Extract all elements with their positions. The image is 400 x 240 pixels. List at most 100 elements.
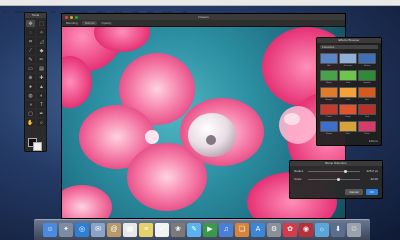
photobooth-icon[interactable]: ◉	[299, 223, 313, 237]
sharpen-tool-icon[interactable]: ▲	[37, 83, 46, 90]
effect-label: Color	[345, 99, 351, 101]
effect-label: Noise	[364, 133, 370, 135]
effect-thumbnail[interactable]	[339, 53, 357, 64]
dialog-title: Bump Distortion	[290, 161, 382, 166]
photos-icon[interactable]: ❀	[171, 223, 185, 237]
ok-button[interactable]: OK	[365, 189, 378, 195]
effect-thumbnail[interactable]	[358, 70, 376, 81]
tool-options-bar: Blending Normal Opacity	[62, 20, 345, 27]
scale-value[interactable]: 42.00	[364, 177, 378, 181]
background-color-swatch[interactable]	[33, 142, 42, 151]
dock: ☺ ✦ ◎ ✉ @ ▦ ≡ ✓ ❀ ✎ ▶ ♫ ❏ A ⚙ ✿ ◉ ☼ ⬇ ♲	[34, 219, 370, 240]
effect-item[interactable]: Twirl	[358, 104, 376, 118]
iphoto-icon[interactable]: ☼	[315, 223, 329, 237]
effects-category-select[interactable]: Favorites	[320, 45, 378, 49]
cancel-button[interactable]: Cancel	[345, 189, 363, 195]
effect-thumbnail[interactable]	[358, 121, 376, 132]
messages-icon[interactable]: ✎	[187, 223, 201, 237]
finder-icon[interactable]: ☺	[43, 223, 57, 237]
effect-item[interactable]: Color	[339, 87, 357, 101]
slice-tool-icon[interactable]: ◿	[37, 38, 46, 45]
pixelmator-icon[interactable]: ✿	[283, 223, 297, 237]
pencil-tool-icon[interactable]: ✏	[37, 56, 46, 63]
blending-mode-select[interactable]: Normal	[81, 21, 98, 25]
effect-item[interactable]: Noise	[358, 121, 376, 135]
effect-item[interactable]: Blur	[320, 53, 338, 67]
menu-bar:  Pixelmator File Edit Image Layer Selec…	[0, 0, 400, 14]
effect-item[interactable]: Stars	[339, 121, 357, 135]
effect-thumbnail[interactable]	[358, 87, 376, 98]
effect-item[interactable]: Sharpen	[320, 87, 338, 101]
marquee-tool-icon[interactable]: ⬚	[37, 20, 46, 27]
eyedropper-tool-icon[interactable]: ⁄	[26, 47, 35, 54]
text-tool-icon[interactable]: T	[37, 101, 46, 108]
zoom-tool-icon[interactable]: ⌕	[37, 119, 46, 126]
radius-slider[interactable]	[308, 169, 360, 173]
scale-slider[interactable]	[308, 177, 360, 181]
lasso-tool-icon[interactable]: ◌	[26, 29, 35, 36]
opacity-label: Opacity	[101, 21, 112, 25]
window-titlebar: Flowers	[62, 14, 345, 20]
reminders-icon[interactable]: ✓	[155, 223, 169, 237]
effects-browser-panel: Effects Browser Favorites Blur Gaussian Mo…	[316, 37, 382, 146]
pen-tool-icon[interactable]: ✒	[37, 110, 46, 117]
facetime-icon[interactable]: ▶	[203, 223, 217, 237]
effect-thumbnail[interactable]	[320, 70, 338, 81]
safari-icon[interactable]: ◎	[75, 223, 89, 237]
shape-tool-icon[interactable]: ▢	[26, 110, 35, 117]
heal-tool-icon[interactable]: ✚	[37, 74, 46, 81]
water-drop	[279, 106, 317, 144]
magic-wand-tool-icon[interactable]: ✧	[37, 29, 46, 36]
sponge-tool-icon[interactable]: ◍	[26, 92, 35, 99]
contacts-icon[interactable]: @	[107, 223, 121, 237]
effect-thumbnail[interactable]	[339, 121, 357, 132]
effect-item[interactable]: Stripes	[320, 121, 338, 135]
gradient-tool-icon[interactable]: ▤	[37, 65, 46, 72]
burn-tool-icon[interactable]: ◑	[26, 101, 35, 108]
effect-item[interactable]: Bump	[339, 104, 357, 118]
effect-label: Hue	[365, 99, 369, 101]
apple-menu-icon[interactable]: 	[3, 9, 6, 14]
radius-slider-knob[interactable]	[344, 169, 348, 173]
effect-item[interactable]: Vignette	[358, 70, 376, 84]
effect-item[interactable]: Glow	[339, 70, 357, 84]
radius-label: Radius	[294, 169, 304, 173]
effect-item[interactable]: Pinch	[320, 104, 338, 118]
radius-value[interactable]: 225.0 px	[364, 169, 378, 173]
notes-icon[interactable]: ≡	[139, 223, 153, 237]
crop-tool-icon[interactable]: ⌗	[26, 38, 35, 45]
ibooks-icon[interactable]: ❏	[235, 223, 249, 237]
blur-tool-icon[interactable]: ●	[26, 83, 35, 90]
brush-tool-icon[interactable]: ✎	[26, 56, 35, 63]
effect-label: Motion	[363, 65, 370, 67]
dodge-tool-icon[interactable]: ◐	[37, 92, 46, 99]
scale-slider-knob[interactable]	[336, 177, 340, 181]
effect-thumbnail[interactable]	[320, 121, 338, 132]
effect-item[interactable]: Bloom	[320, 70, 338, 84]
effect-thumbnail[interactable]	[358, 104, 376, 115]
trash-icon[interactable]: ♲	[347, 223, 361, 237]
downloads-icon[interactable]: ⬇	[331, 223, 345, 237]
effect-thumbnail[interactable]	[320, 104, 338, 115]
effect-thumbnail[interactable]	[339, 87, 357, 98]
paint-bucket-tool-icon[interactable]: ◆	[37, 47, 46, 54]
effect-thumbnail[interactable]	[320, 87, 338, 98]
effect-thumbnail[interactable]	[320, 53, 338, 64]
mail-icon[interactable]: ✉	[91, 223, 105, 237]
calendar-icon[interactable]: ▦	[123, 223, 137, 237]
effect-item[interactable]: Hue	[358, 87, 376, 101]
effect-thumbnail[interactable]	[339, 104, 357, 115]
eraser-tool-icon[interactable]: ▭	[26, 65, 35, 72]
menu-item[interactable]: Edit	[50, 10, 55, 14]
effect-item[interactable]: Gaussian	[339, 53, 357, 67]
hand-tool-icon[interactable]: ✋	[26, 119, 35, 126]
effect-thumbnail[interactable]	[339, 70, 357, 81]
effect-item[interactable]: Motion	[358, 53, 376, 67]
appstore-icon[interactable]: A	[251, 223, 265, 237]
move-tool-icon[interactable]: ✥	[26, 20, 35, 27]
clone-tool-icon[interactable]: ⊕	[26, 74, 35, 81]
effect-thumbnail[interactable]	[358, 53, 376, 64]
itunes-icon[interactable]: ♫	[219, 223, 233, 237]
systemprefs-icon[interactable]: ⚙	[267, 223, 281, 237]
launchpad-icon[interactable]: ✦	[59, 223, 73, 237]
